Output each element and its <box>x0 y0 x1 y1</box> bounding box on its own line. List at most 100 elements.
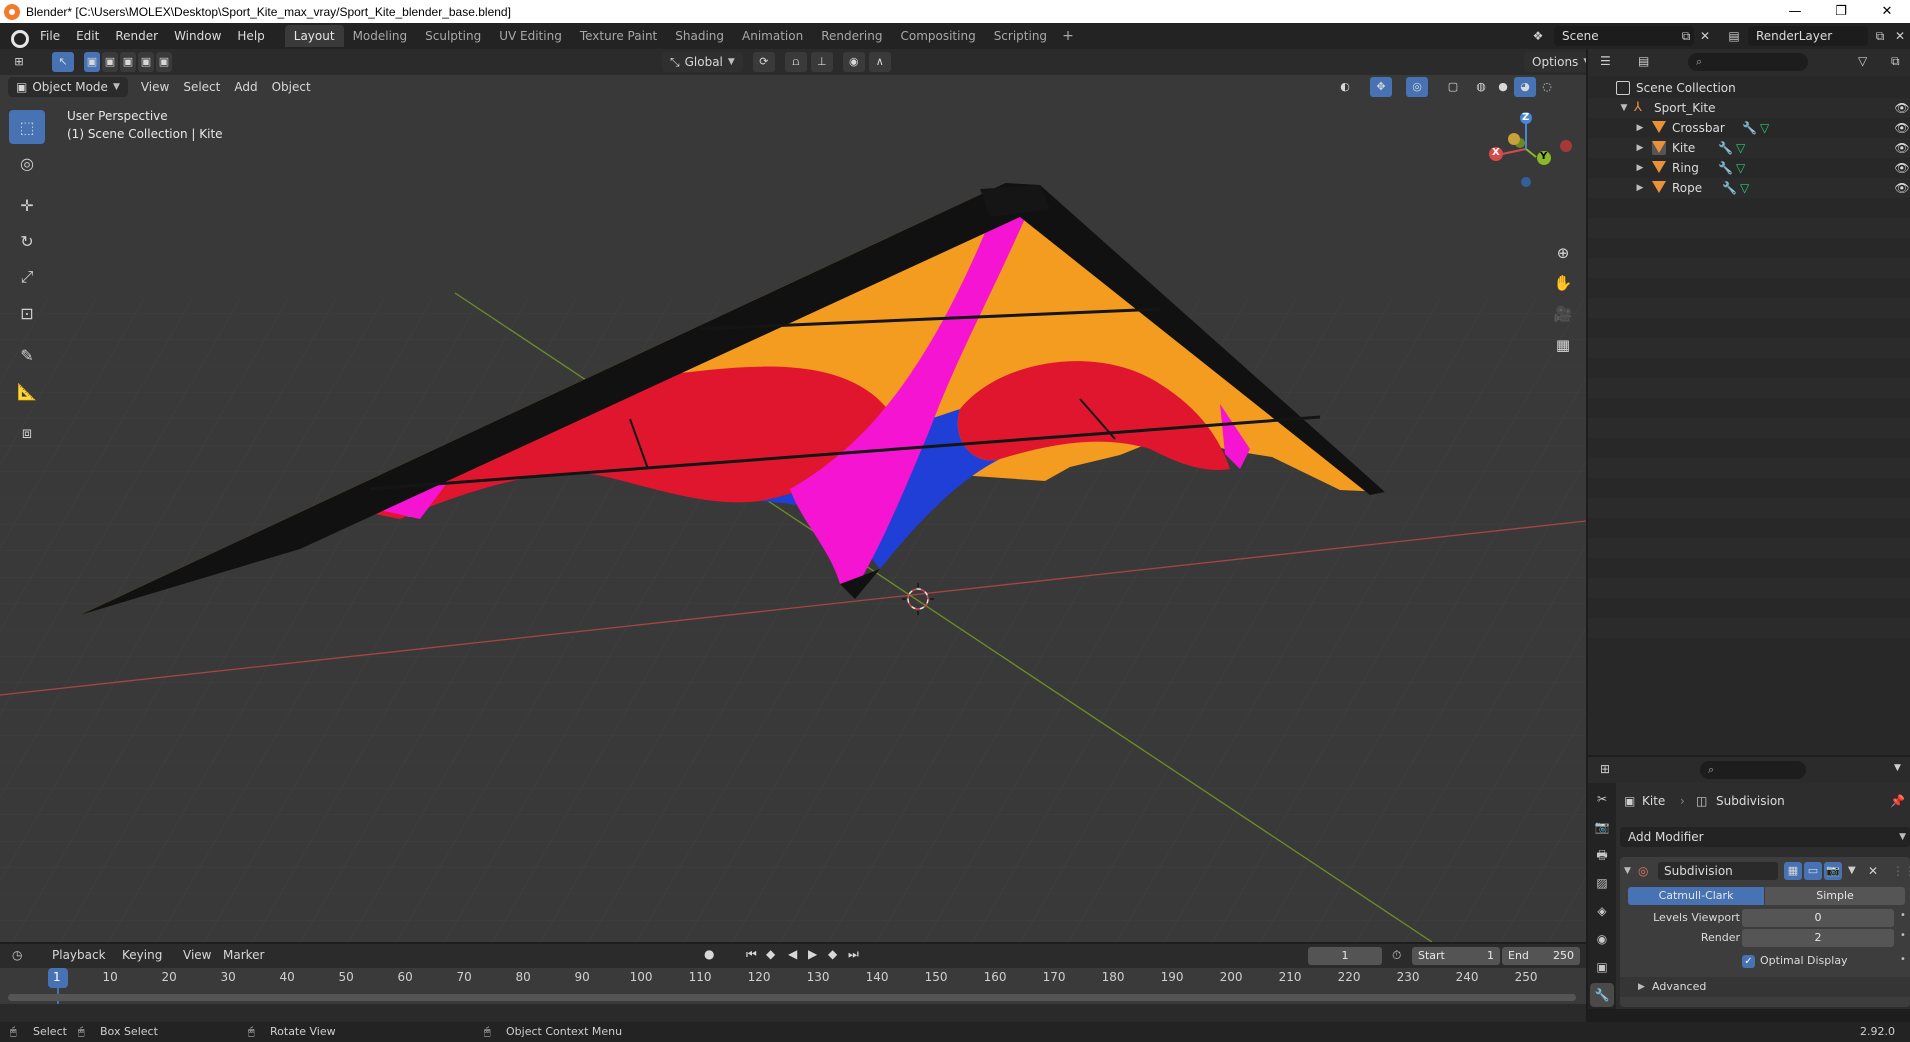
editor-type-icon[interactable]: ⊞ <box>8 52 30 72</box>
select-tool-icon[interactable]: ↖ <box>52 52 74 72</box>
add-modifier-dropdown[interactable]: Add Modifier ▼ <box>1620 827 1910 847</box>
scene-icon[interactable]: ❖ <box>1530 28 1546 44</box>
catmull-clark-option[interactable]: Catmull-Clark <box>1628 887 1764 905</box>
zoom-icon[interactable]: ⊕ <box>1549 239 1577 267</box>
remove-modifier-icon[interactable]: ✕ <box>1868 861 1878 881</box>
tab-animation[interactable]: Animation <box>733 25 812 47</box>
mesh-data-icon[interactable]: ▽ <box>1740 178 1749 198</box>
menu-file[interactable]: File <box>32 25 68 47</box>
select-mode-invert-icon[interactable]: ▣ <box>138 52 154 72</box>
edit-mode-toggle-icon[interactable]: ▦ <box>1784 862 1802 880</box>
menu-window[interactable]: Window <box>166 25 229 47</box>
scene-tab-icon[interactable]: ◈ <box>1590 899 1614 923</box>
modifier-wrench-icon[interactable]: 🔧 <box>1718 138 1733 158</box>
jump-end-icon[interactable]: ⏭ <box>848 947 859 962</box>
keyframe-dot-icon[interactable]: • <box>1900 910 1906 921</box>
timeline-scrollbar[interactable] <box>8 994 1576 1001</box>
annotate-tool-icon[interactable]: ✎ <box>9 338 45 372</box>
overlays-icon[interactable]: ◎ <box>1406 77 1428 97</box>
optimal-display-checkbox[interactable]: ✓ <box>1742 955 1755 968</box>
select-mode-new-icon[interactable]: ▣ <box>84 52 100 72</box>
modifier-tab-icon[interactable]: 🔧 <box>1590 983 1614 1007</box>
menu-render[interactable]: Render <box>107 25 166 47</box>
properties-search-input[interactable]: ⌕ <box>1700 761 1806 779</box>
render-layer-selector[interactable]: RenderLayer <box>1748 26 1868 46</box>
snap-icon[interactable]: ⩍ <box>784 52 807 72</box>
gizmo-axis-z[interactable]: Z <box>1522 112 1529 123</box>
chevron-down-icon[interactable]: ▼ <box>1848 861 1856 881</box>
tool-tab-icon[interactable]: ✂ <box>1590 787 1614 811</box>
menu-help[interactable]: Help <box>229 25 272 47</box>
scene-selector[interactable]: Scene <box>1554 26 1694 46</box>
expand-arrow-icon[interactable]: ▶ <box>1634 178 1646 198</box>
modifier-wrench-icon[interactable]: 🔧 <box>1718 158 1733 178</box>
pan-hand-icon[interactable]: ✋ <box>1549 269 1577 297</box>
pin-icon[interactable]: 📌 <box>1890 791 1905 811</box>
new-scene-icon[interactable]: ⧉ <box>1678 28 1694 44</box>
outliner-row-kite[interactable]: ▶ Kite 🔧 ▽ 👁 <box>1588 138 1910 158</box>
levels-viewport-field[interactable]: 0 <box>1742 909 1894 927</box>
timeline-editor-icon[interactable]: ◷ <box>12 948 22 962</box>
eye-icon[interactable]: 👁 <box>1894 118 1910 138</box>
render-tab-icon[interactable]: 📷 <box>1590 815 1614 839</box>
mesh-data-icon[interactable]: ▽ <box>1736 138 1745 158</box>
display-mode-icon[interactable]: ▤ <box>1638 54 1649 68</box>
menu-object[interactable]: Object <box>265 76 318 98</box>
menu-view[interactable]: View <box>134 76 176 98</box>
scale-tool-icon[interactable]: ⤢ <box>9 260 45 294</box>
add-workspace-button[interactable]: + <box>1056 25 1080 47</box>
world-tab-icon[interactable]: ◉ <box>1590 927 1614 951</box>
select-box-tool-icon[interactable]: ⬚ <box>9 110 45 144</box>
tab-shading[interactable]: Shading <box>666 25 733 47</box>
mode-dropdown[interactable]: ▣ Object Mode ▼ <box>8 77 128 97</box>
minimize-button[interactable]: — <box>1772 0 1818 23</box>
rendered-shading-icon[interactable]: ◌ <box>1536 77 1558 97</box>
tab-compositing[interactable]: Compositing <box>891 25 984 47</box>
menu-edit[interactable]: Edit <box>68 25 107 47</box>
xray-icon[interactable]: ▢ <box>1442 77 1464 97</box>
select-mode-intersect-icon[interactable]: ▣ <box>156 52 172 72</box>
record-icon[interactable]: ● <box>704 947 714 961</box>
start-frame-field[interactable]: Start 1 <box>1412 947 1500 965</box>
outliner-row-ring[interactable]: ▶ Ring 🔧 ▽ 👁 <box>1588 158 1910 178</box>
play-reverse-icon[interactable]: ◀ <box>788 947 797 961</box>
play-icon[interactable]: ▶ <box>808 947 817 961</box>
chevron-down-icon[interactable]: ▼ <box>1894 763 1901 773</box>
camera-view-icon[interactable]: 🎥 <box>1549 300 1577 328</box>
3d-viewport[interactable]: Z X Y ⊞ ↖ ▣ ▣ ▣ ▣ ▣ ⤡ Global ▼ ⟳ ⩍ ⊥ ◉ ∧… <box>0 49 1586 942</box>
advanced-subpanel[interactable]: ▶ Advanced <box>1620 977 1910 997</box>
prev-keyframe-icon[interactable]: ◆ <box>766 947 775 961</box>
transform-tool-icon[interactable]: ⊡ <box>9 296 45 330</box>
measure-tool-icon[interactable]: 📐 <box>9 374 45 408</box>
tab-layout[interactable]: Layout <box>284 25 344 47</box>
menu-keying[interactable]: Keying <box>122 948 162 962</box>
expand-arrow-icon[interactable]: ▶ <box>1634 118 1646 138</box>
wireframe-shading-icon[interactable]: ◍ <box>1470 77 1492 97</box>
visibility-icon[interactable]: ◐ <box>1334 77 1356 97</box>
maximize-button[interactable]: ❐ <box>1818 0 1864 23</box>
mesh-data-icon[interactable]: ▽ <box>1760 118 1769 138</box>
eye-icon[interactable]: 👁 <box>1894 178 1910 198</box>
tab-uv-editing[interactable]: UV Editing <box>490 25 571 47</box>
jump-start-icon[interactable]: ⏮ <box>746 947 757 962</box>
gizmos-icon[interactable]: ✥ <box>1370 77 1392 97</box>
options-dropdown[interactable]: Options ▼ <box>1524 52 1586 72</box>
object-tab-icon[interactable]: ▣ <box>1590 955 1614 979</box>
new-collection-icon[interactable]: ⧉ <box>1891 54 1900 69</box>
drag-handle-icon[interactable]: ⋮⋮ <box>1892 861 1910 881</box>
menu-timeline-view[interactable]: View <box>183 948 211 962</box>
expand-arrow-icon[interactable]: ▶ <box>1634 138 1646 158</box>
viewport-toggle-icon[interactable]: ▭ <box>1804 862 1822 880</box>
gizmo-axis-x[interactable]: X <box>1492 147 1500 158</box>
tab-modeling[interactable]: Modeling <box>344 25 417 47</box>
add-cube-tool-icon[interactable]: ⧈ <box>9 416 45 450</box>
outliner-row-rope[interactable]: ▶ Rope 🔧 ▽ 👁 <box>1588 178 1910 198</box>
keyframe-dot-icon[interactable]: • <box>1900 954 1906 965</box>
outliner-row-scene-collection[interactable]: Scene Collection <box>1588 78 1910 98</box>
use-preview-range-icon[interactable]: ⏱ <box>1392 948 1401 963</box>
eye-icon[interactable]: 👁 <box>1894 98 1910 118</box>
transform-orientation-dropdown[interactable]: ⤡ Global ▼ <box>662 52 743 72</box>
delete-layer-icon[interactable]: ✕ <box>1892 28 1908 44</box>
snap-target-icon[interactable]: ⊥ <box>810 52 833 72</box>
tab-rendering[interactable]: Rendering <box>812 25 891 47</box>
